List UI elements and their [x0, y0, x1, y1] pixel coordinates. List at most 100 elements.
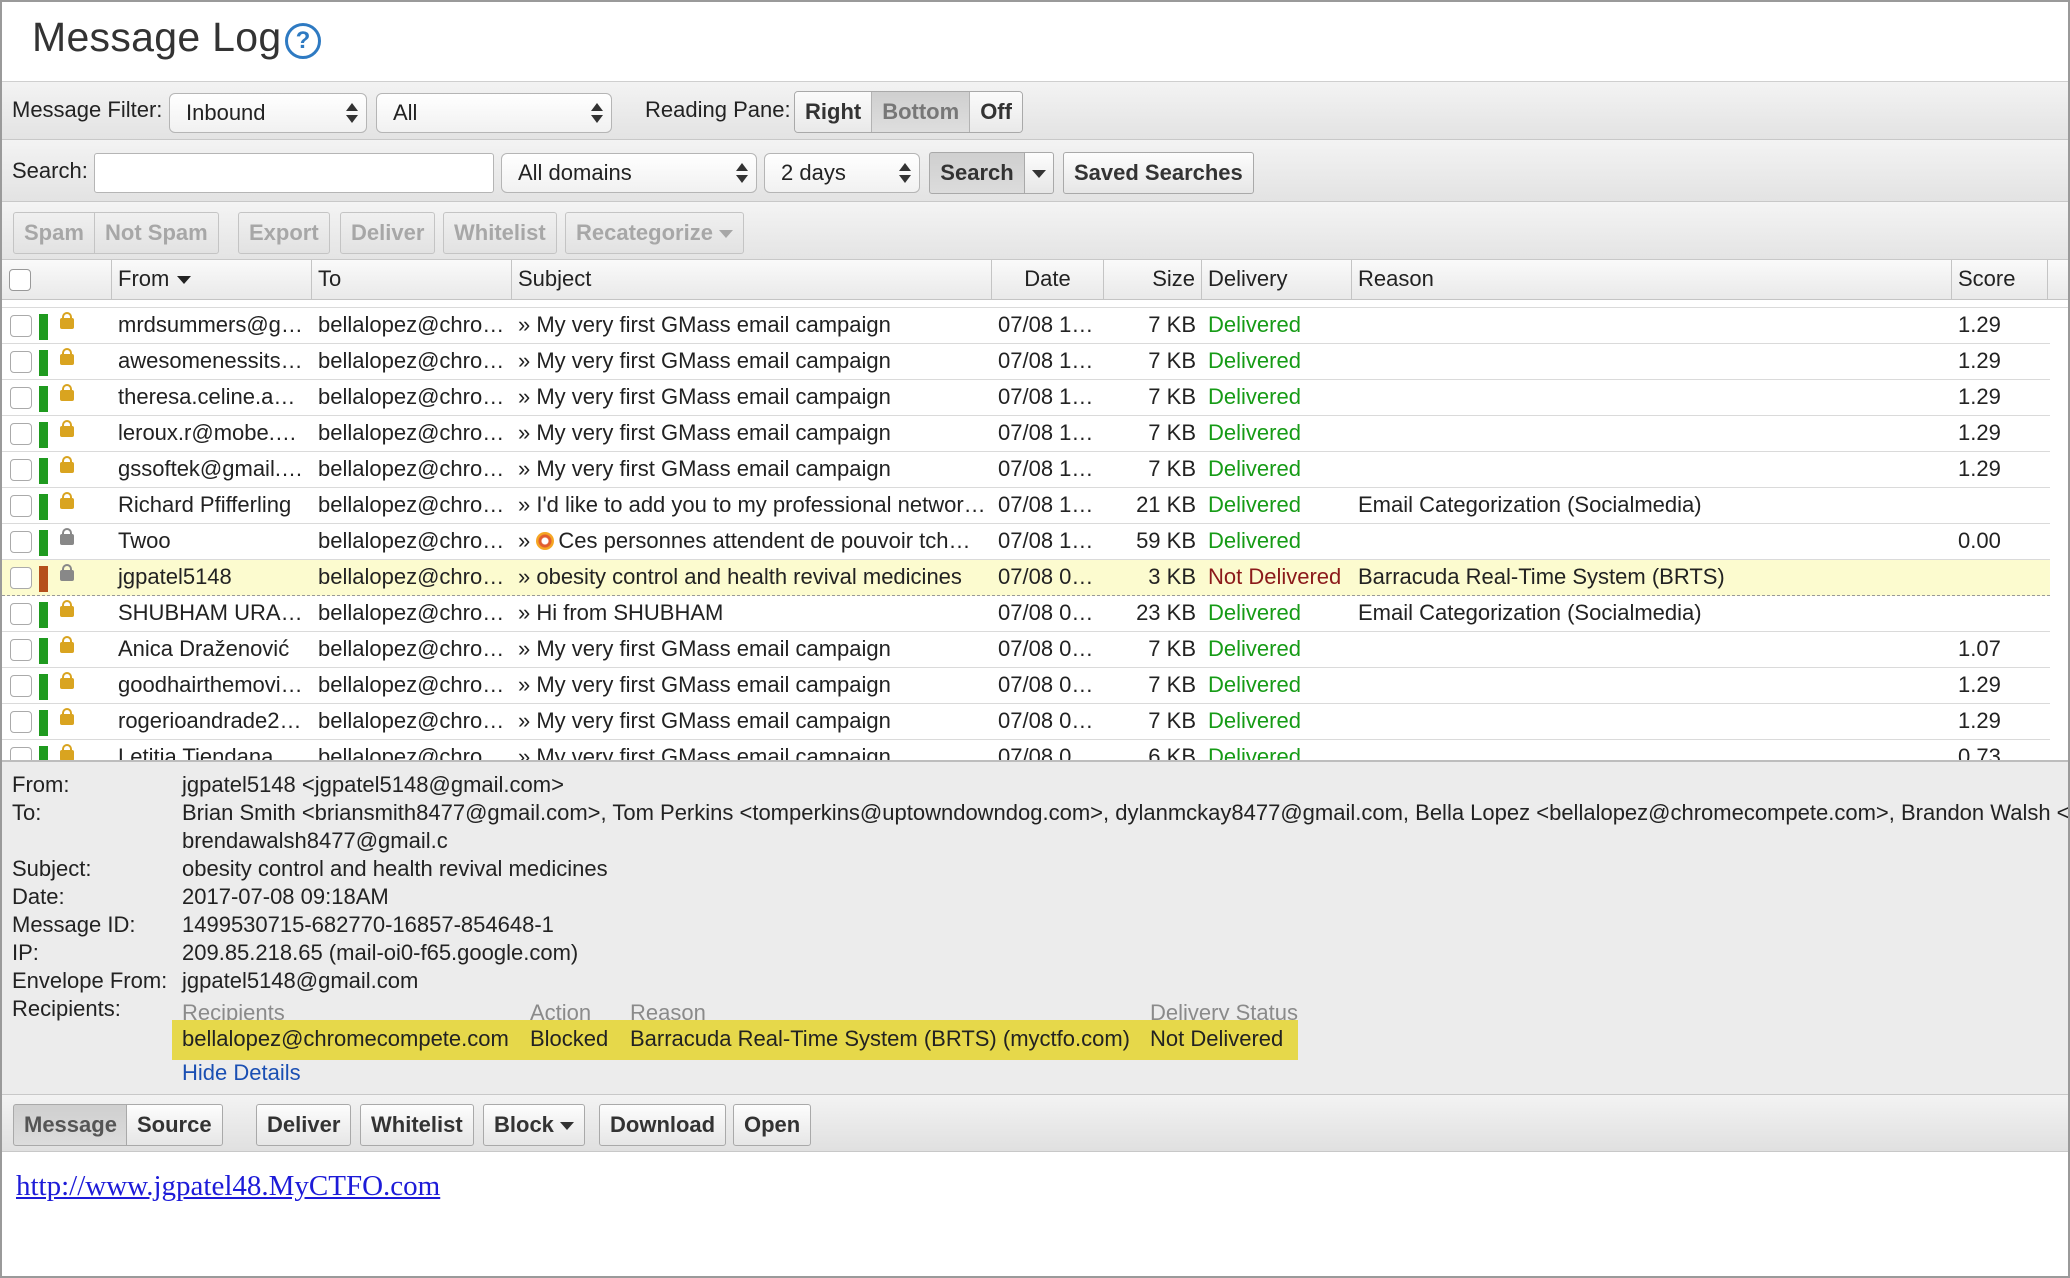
- deliver-message-button[interactable]: Deliver: [256, 1104, 352, 1146]
- detail-from-label: From:: [12, 772, 70, 797]
- recategorize-label: Recategorize: [576, 220, 713, 245]
- status-indicator-icon: [39, 350, 48, 376]
- cell-reason: [1352, 668, 1952, 704]
- detail-to-value: Brian Smith <briansmith8477@gmail.com>, …: [182, 800, 2070, 825]
- cell-date: 07/08 1…: [998, 492, 1094, 517]
- lock-icon: [60, 708, 74, 730]
- open-button[interactable]: Open: [733, 1104, 812, 1146]
- cell-date: 07/08 1…: [998, 348, 1094, 373]
- message-body: http://www.jgpatel48.MyCTFO.com: [16, 1170, 440, 1203]
- search-input[interactable]: [94, 153, 494, 193]
- message-view-button[interactable]: Message: [13, 1104, 128, 1146]
- detail-envelope-from-label: Envelope From:: [12, 968, 168, 993]
- size-column-header[interactable]: Size: [1104, 260, 1202, 300]
- row-checkbox[interactable]: [10, 675, 32, 697]
- lock-icon: [60, 312, 74, 334]
- source-view-button[interactable]: Source: [126, 1104, 223, 1146]
- saved-searches-button[interactable]: Saved Searches: [1063, 152, 1254, 194]
- table-row[interactable]: leroux.r@mobe.… bellalopez@chro… » My very…: [2, 416, 2050, 452]
- recategorize-button[interactable]: Recategorize: [565, 212, 744, 254]
- cell-from: goodhairthemovi…: [118, 672, 303, 697]
- to-column-header[interactable]: To: [312, 260, 512, 300]
- direction-select[interactable]: Inbound: [169, 93, 367, 133]
- lock-icon: [60, 528, 74, 550]
- domains-select[interactable]: All domains: [501, 153, 757, 193]
- block-button[interactable]: Block: [483, 1104, 585, 1146]
- table-row[interactable]: Letitia Tiendana bellalopez@chro… » My ver…: [2, 740, 2050, 760]
- cell-subject: » I'd like to add you to my professional…: [518, 492, 986, 517]
- status-indicator-icon: [39, 386, 48, 412]
- reading-pane-off[interactable]: Off: [970, 92, 1022, 132]
- table-row[interactable]: rogerioandrade2… bellalopez@chro… » My ver…: [2, 704, 2050, 740]
- status-indicator-icon: [39, 566, 48, 592]
- cell-size: 7 KB: [1148, 384, 1196, 409]
- whitelist-message-button[interactable]: Whitelist: [360, 1104, 474, 1146]
- cell-delivery: Delivered: [1208, 312, 1301, 337]
- table-row[interactable]: mrdsummers@g… bellalopez@chro… » My very f…: [2, 308, 2050, 344]
- reading-pane-right[interactable]: Right: [795, 92, 873, 132]
- date-column-header[interactable]: Date: [992, 260, 1104, 300]
- table-row[interactable]: awesomenessits… bellalopez@chro… » My very…: [2, 344, 2050, 380]
- row-checkbox[interactable]: [10, 351, 32, 373]
- export-button[interactable]: Export: [238, 212, 330, 254]
- scope-select[interactable]: All: [376, 93, 612, 133]
- delivery-column-header[interactable]: Delivery: [1202, 260, 1352, 300]
- cell-subject: » My very first GMass email campaign: [518, 744, 891, 760]
- row-checkbox[interactable]: [10, 459, 32, 481]
- status-indicator-icon: [39, 422, 48, 448]
- row-checkbox[interactable]: [10, 747, 32, 760]
- spam-button[interactable]: Spam: [13, 212, 95, 254]
- cell-from: gssoftek@gmail.…: [118, 456, 303, 481]
- status-indicator-icon: [39, 530, 48, 556]
- row-checkbox[interactable]: [10, 495, 32, 517]
- row-checkbox[interactable]: [10, 315, 32, 337]
- partial-row: [2, 300, 2068, 308]
- row-checkbox[interactable]: [10, 639, 32, 661]
- search-button[interactable]: Search: [929, 152, 1025, 194]
- table-row[interactable]: gssoftek@gmail.… bellalopez@chro… » My ver…: [2, 452, 2050, 488]
- table-row-selected[interactable]: jgpatel5148 bellalopez@chro… » obesity con…: [2, 560, 2050, 596]
- cell-size: 3 KB: [1148, 564, 1196, 589]
- status-column-header: [2, 260, 112, 300]
- cell-to: bellalopez@chro…: [318, 348, 505, 373]
- page-title: Message Log: [32, 14, 282, 60]
- cell-score: 1.29: [1958, 348, 2001, 373]
- cell-delivery: Delivered: [1208, 348, 1301, 373]
- row-checkbox[interactable]: [10, 531, 32, 553]
- subject-column-header[interactable]: Subject: [512, 260, 992, 300]
- not-spam-button[interactable]: Not Spam: [94, 212, 219, 254]
- score-column-header[interactable]: Score: [1952, 260, 2048, 300]
- cell-from: leroux.r@mobe.…: [118, 420, 297, 445]
- period-select[interactable]: 2 days: [764, 153, 920, 193]
- table-row[interactable]: goodhairthemovi… bellalopez@chro… » My ver…: [2, 668, 2050, 704]
- cell-reason: Email Categorization (Socialmedia): [1358, 492, 1702, 517]
- cell-score: [1952, 596, 2048, 632]
- cell-to: bellalopez@chro…: [318, 492, 505, 517]
- row-checkbox[interactable]: [10, 423, 32, 445]
- table-row[interactable]: Twoo bellalopez@chro… » Ces personnes atte…: [2, 524, 2050, 560]
- search-options-button[interactable]: [1024, 152, 1054, 194]
- row-checkbox[interactable]: [10, 567, 32, 589]
- cell-to: bellalopez@chro…: [318, 312, 505, 337]
- cell-score: 1.29: [1958, 420, 2001, 445]
- whitelist-button[interactable]: Whitelist: [443, 212, 557, 254]
- deliver-button[interactable]: Deliver: [340, 212, 436, 254]
- select-arrows-icon: [346, 101, 358, 125]
- table-row[interactable]: Anica Draženović bellalopez@chro… » My ver…: [2, 632, 2050, 668]
- cell-delivery: Delivered: [1208, 528, 1301, 553]
- table-row[interactable]: Richard Pfifferling bellalopez@chro… » I'd…: [2, 488, 2050, 524]
- reading-pane-bottom[interactable]: Bottom: [872, 92, 971, 132]
- help-icon[interactable]: ?: [285, 23, 321, 59]
- from-column-header[interactable]: From: [112, 260, 312, 300]
- reason-column-header[interactable]: Reason: [1352, 260, 1952, 300]
- message-link[interactable]: http://www.jgpatel48.MyCTFO.com: [16, 1170, 440, 1202]
- row-checkbox[interactable]: [10, 603, 32, 625]
- table-row[interactable]: SHUBHAM URA… bellalopez@chro… » Hi from SH…: [2, 596, 2050, 632]
- cell-date: 07/08 0…: [998, 672, 1094, 697]
- hide-details-link[interactable]: Hide Details: [182, 1060, 301, 1086]
- row-checkbox[interactable]: [10, 711, 32, 733]
- cell-to: bellalopez@chro…: [318, 384, 505, 409]
- download-button[interactable]: Download: [599, 1104, 727, 1146]
- row-checkbox[interactable]: [10, 387, 32, 409]
- table-row[interactable]: theresa.celine.a… bellalopez@chro… » My ve…: [2, 380, 2050, 416]
